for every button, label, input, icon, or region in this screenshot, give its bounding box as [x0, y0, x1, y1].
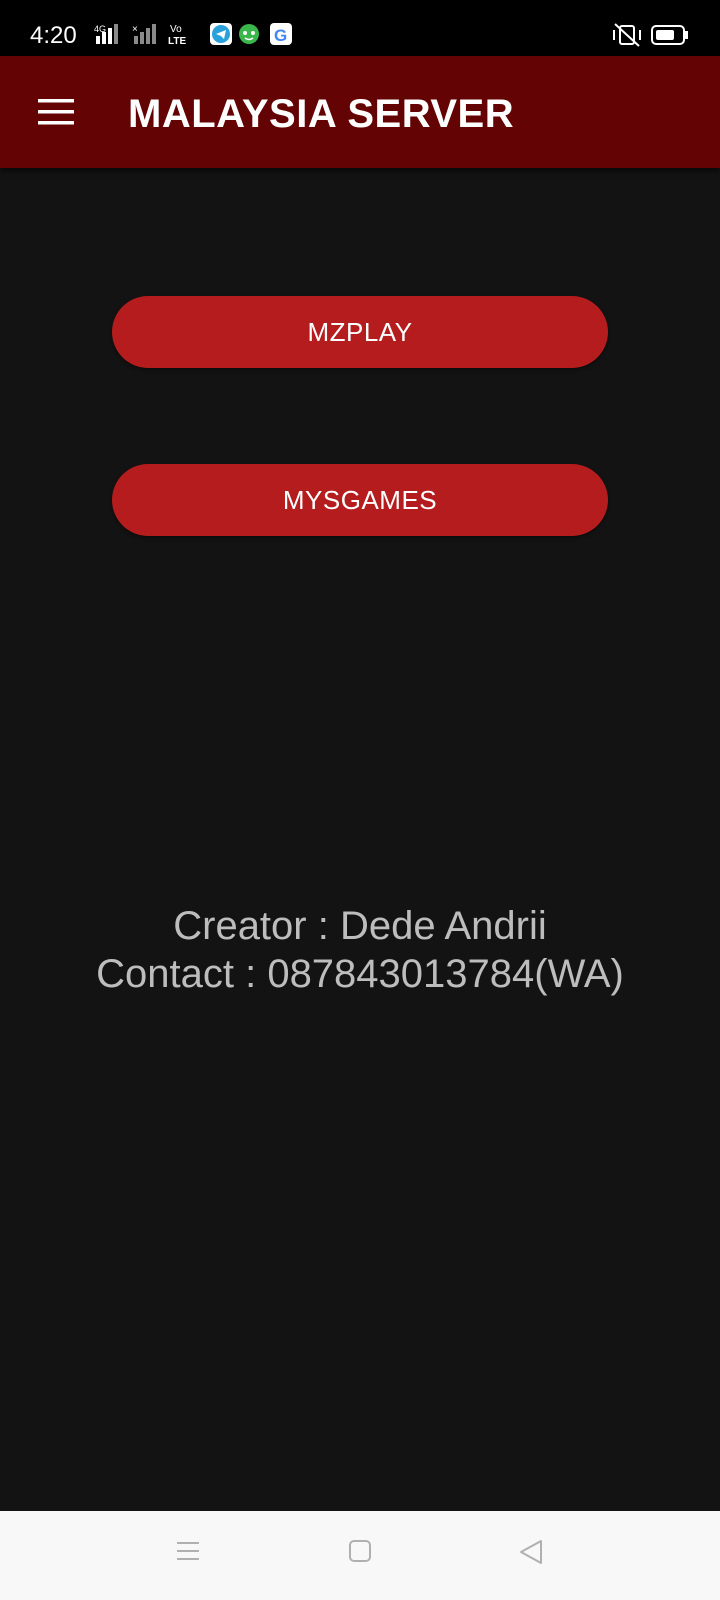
contact-text: Contact : 087843013784(WA): [96, 952, 624, 996]
app-bar: MALAYSIA SERVER: [0, 56, 720, 168]
recents-menu-icon[interactable]: [176, 1539, 200, 1563]
back-triangle-icon[interactable]: [518, 1539, 544, 1565]
status-bar: 4:20 4G × Vo LTE G: [0, 0, 720, 56]
hamburger-menu-icon[interactable]: [38, 97, 74, 127]
signal-4g-icon: 4G: [94, 24, 118, 44]
mzplay-button[interactable]: MZPLAY: [112, 296, 608, 368]
creator-text: Creator : Dede Andrii: [173, 904, 547, 948]
android-bot-icon: [239, 24, 259, 44]
status-icons-left: 4G × Vo LTE G: [94, 23, 292, 47]
google-icon: G: [270, 23, 292, 45]
vibrate-off-icon: [613, 23, 641, 47]
svg-text:×: ×: [132, 24, 138, 35]
battery-icon: [651, 25, 688, 45]
mysgames-button[interactable]: MYSGAMES: [112, 464, 608, 536]
telegram-icon: [210, 23, 232, 45]
svg-text:G: G: [274, 26, 287, 45]
volte-icon: Vo LTE: [168, 24, 186, 47]
credits-block: Creator : Dede Andrii Contact : 08784301…: [0, 902, 720, 998]
signal-no-service-icon: ×: [132, 24, 156, 44]
home-square-icon[interactable]: [348, 1539, 372, 1563]
status-icons-right: [613, 23, 688, 47]
svg-text:Vo: Vo: [170, 24, 182, 35]
navigation-bar: [0, 1511, 720, 1600]
svg-text:LTE: LTE: [168, 36, 186, 47]
status-time: 4:20: [30, 22, 77, 49]
app-title: MALAYSIA SERVER: [128, 92, 515, 136]
